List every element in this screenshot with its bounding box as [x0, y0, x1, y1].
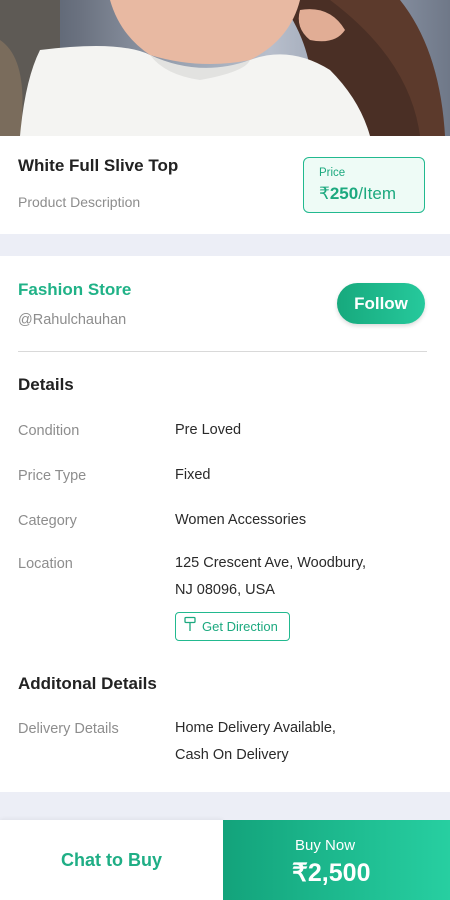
- get-direction-label: Get Direction: [202, 619, 278, 634]
- price-unit: /Item: [358, 184, 396, 203]
- section-separator: [0, 234, 450, 256]
- buy-amount: 2,500: [307, 859, 371, 887]
- details-card: Fashion Store @Rahulchauhan Follow Detai…: [0, 256, 450, 792]
- product-photo-illustration: [0, 0, 445, 136]
- details-title: Details: [18, 375, 74, 394]
- buy-now-button[interactable]: Buy Now ₹2,500: [223, 820, 450, 900]
- store-name[interactable]: Fashion Store: [18, 280, 131, 300]
- location-value-line2: NJ 08096, USA: [175, 582, 275, 598]
- product-title: White Full Slive Top: [18, 156, 179, 175]
- section-separator-bottom: [0, 792, 450, 820]
- price-amount: 250: [329, 184, 359, 203]
- follow-button[interactable]: Follow: [337, 283, 425, 324]
- condition-label: Condition: [18, 423, 80, 439]
- price-currency: ₹: [319, 184, 330, 203]
- price-type-label: Price Type: [18, 468, 87, 484]
- bottom-action-bar: Chat to Buy Buy Now ₹2,500: [0, 820, 450, 900]
- price-badge: Price ₹250/Item: [303, 157, 425, 213]
- delivery-details-value-line1: Home Delivery Available,: [175, 720, 336, 736]
- buy-currency: ₹: [292, 859, 308, 887]
- category-label: Category: [18, 513, 77, 529]
- price-type-value: Fixed: [175, 467, 211, 483]
- buy-now-label: Buy Now: [295, 837, 356, 854]
- additional-details-title: Additonal Details: [18, 674, 157, 693]
- chat-to-buy-button[interactable]: Chat to Buy: [0, 820, 223, 900]
- signpost-icon: [184, 616, 196, 637]
- buy-now-price: ₹2,500: [292, 858, 370, 888]
- product-description-link[interactable]: Product Description: [18, 194, 140, 210]
- condition-value: Pre Loved: [175, 422, 242, 438]
- store-handle: @Rahulchauhan: [18, 312, 127, 328]
- category-value: Women Accessories: [175, 512, 307, 528]
- get-direction-button[interactable]: Get Direction: [175, 612, 290, 641]
- delivery-details-value-line2: Cash On Delivery: [175, 747, 289, 763]
- location-value-line1: 125 Crescent Ave, Woodbury,: [175, 555, 367, 571]
- price-label: Price: [319, 167, 346, 179]
- divider: [18, 351, 427, 352]
- delivery-details-label: Delivery Details: [18, 721, 119, 737]
- location-label: Location: [18, 556, 73, 572]
- product-image[interactable]: [0, 0, 450, 136]
- product-header: White Full Slive Top Product Description…: [0, 136, 450, 234]
- price-value: ₹250/Item: [319, 184, 396, 204]
